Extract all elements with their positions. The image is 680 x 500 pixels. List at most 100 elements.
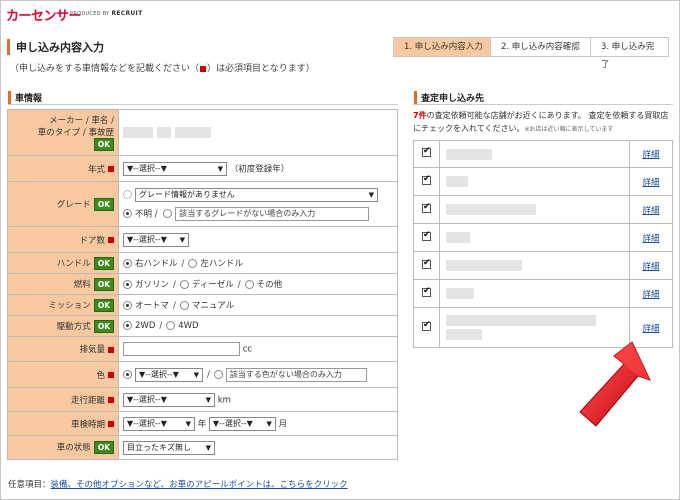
fuel-radio-diesel[interactable] [179, 280, 189, 289]
label-fuel-text: 燃料 [73, 279, 91, 290]
label-color: 色 [7, 361, 119, 388]
assessment-section-divider [413, 104, 673, 105]
chevron-down-icon: ▼ [185, 419, 191, 428]
grade-select[interactable]: グレード情報がありません ▼ [135, 187, 378, 202]
grade-radio-custom[interactable] [163, 209, 173, 218]
recruit-logo: RECRUIT [111, 10, 143, 17]
color-radio-custom[interactable] [213, 370, 223, 379]
grade-radio-unknown[interactable] [123, 209, 132, 218]
color-custom-input[interactable]: 該当する色がない場合のみ入力 [225, 367, 367, 382]
chevron-down-icon: ▼ [217, 164, 223, 173]
grade-custom-input[interactable]: 該当するグレードがない場合のみ入力 [175, 206, 370, 221]
label-drive: 駆動方式 OK [7, 315, 119, 337]
inspection-month-value: ▼--選択--▼ [212, 418, 253, 428]
inspection-month-select[interactable]: ▼--選択--▼ ▼ [208, 416, 276, 431]
shop-detail-link[interactable]: 詳細 [642, 234, 659, 244]
grade-radio-list[interactable] [123, 190, 132, 199]
shop-detail-link[interactable]: 詳細 [642, 206, 659, 216]
drive-radio-2wd[interactable] [123, 321, 132, 330]
fuel-gasoline-label: ガソリン [135, 280, 170, 290]
condition-select[interactable]: 目立ったキズ無し ▼ [123, 440, 215, 455]
row-doors: ドア数 ▼--選択--▼ ▼ [7, 226, 398, 253]
handle-radio-left[interactable] [188, 259, 198, 268]
assessment-note-small: ※お店は近い順に表示しています [524, 126, 614, 133]
drive-radio-4wd[interactable] [166, 321, 176, 330]
ok-badge: OK [93, 138, 114, 151]
redacted-shop-name [446, 232, 470, 243]
shop-checkbox[interactable] [422, 286, 431, 297]
shop-detail-link[interactable]: 詳細 [642, 290, 659, 300]
redacted-text [157, 127, 171, 138]
redacted-shop-name [446, 288, 474, 299]
step-complete: 3. 申し込み完了 [590, 38, 668, 70]
required-mark-icon [108, 237, 114, 243]
shop-checkbox[interactable] [422, 146, 431, 157]
redacted-text [123, 127, 153, 138]
label-grade-text: グレード [56, 199, 91, 210]
shop-checkbox[interactable] [422, 230, 431, 241]
fuel-radio-other[interactable] [244, 280, 254, 289]
shop-checkbox[interactable] [422, 202, 431, 213]
shop-checkbox[interactable] [422, 174, 431, 185]
mileage-select[interactable]: ▼--選択--▼ ▼ [123, 392, 215, 407]
shop-row: 詳細 [413, 251, 673, 280]
inspection-year-value: ▼--選択--▼ [127, 418, 167, 428]
chevron-down-icon: ▼ [205, 395, 211, 404]
fuel-radio-gasoline[interactable] [123, 280, 132, 289]
shop-detail-link[interactable]: 詳細 [642, 324, 659, 334]
shop-count: 7件 [413, 111, 427, 120]
page-title: 申し込み内容入力 [7, 39, 104, 55]
value-fuel: ガソリン / ディーゼル / その他 [118, 273, 398, 295]
label-inspection-text: 車検時期 [70, 419, 105, 430]
handle-radio-right[interactable] [123, 259, 132, 268]
fuel-other-label: その他 [256, 280, 283, 290]
label-handle: ハンドル OK [7, 252, 119, 274]
mission-radio-auto[interactable] [123, 301, 132, 310]
progress-steps: 1. 申し込み内容入力 2. 申し込み内容確認 3. 申し込み完了 [393, 37, 669, 70]
produced-by: PRODUCED BY RECRUIT [70, 10, 142, 17]
row-inspection: 車検時期 ▼--選択--▼ ▼ 年 ▼--選択--▼ ▼ 月 [7, 411, 398, 436]
value-year: ▼--選択--▼ ▼ （初度登録年） [118, 155, 398, 182]
mission-radio-manual[interactable] [179, 301, 189, 310]
shop-checkbox[interactable] [422, 320, 431, 331]
row-condition: 車の状態 OK 目立ったキズ無し ▼ [7, 435, 398, 460]
label-mission-text: ミッション [48, 300, 91, 311]
value-grade: グレード情報がありません ▼ 不明 / 該当するグレードがない場合のみ入力 [118, 181, 398, 227]
label-drive-text: 駆動方式 [56, 321, 91, 332]
shop-checkbox[interactable] [422, 258, 431, 269]
shop-detail-link[interactable]: 詳細 [642, 150, 659, 160]
inspection-year-unit: 年 [197, 419, 207, 429]
label-year-text: 年式 [87, 164, 105, 175]
value-doors: ▼--選択--▼ ▼ [118, 226, 398, 253]
inspection-year-select[interactable]: ▼--選択--▼ ▼ [123, 416, 195, 431]
condition-select-value: 目立ったキズ無し [127, 442, 191, 452]
value-displacement: cc [118, 336, 398, 362]
shop-detail-link[interactable]: 詳細 [642, 262, 659, 272]
grade-unknown-label: 不明 / [135, 209, 158, 219]
required-mark-icon [108, 346, 114, 353]
label-maker: メーカー / 車名 / 車のタイプ / 事故歴 OK [7, 109, 119, 156]
color-select[interactable]: ▼--選択--▼ ▼ [135, 367, 203, 382]
ok-badge: OK [93, 256, 114, 270]
assessment-note: 7件の査定依頼可能な店舗がお近くにあります。 査定を依頼する買取店にチェックを入… [413, 109, 675, 136]
vehicle-section-title: 車情報 [8, 91, 42, 104]
value-handle: 右ハンドル / 左ハンドル [118, 252, 398, 274]
label-condition: 車の状態 OK [7, 435, 119, 460]
optional-items-link[interactable]: 装備、その他オプションなど、お車のアピールポイントは、こちらをクリック [51, 480, 348, 490]
label-maker-line1: メーカー / 車名 / [49, 116, 114, 126]
doors-select[interactable]: ▼--選択--▼ ▼ [123, 232, 189, 247]
value-mileage: ▼--選択--▼ ▼ km [118, 387, 398, 412]
required-mark-icon [108, 421, 114, 427]
shop-detail-link[interactable]: 詳細 [642, 178, 659, 188]
optional-items-prefix: 任意項目： [8, 480, 51, 490]
fuel-diesel-label: ディーゼル [191, 280, 234, 290]
row-maker: メーカー / 車名 / 車のタイプ / 事故歴 OK [7, 109, 398, 156]
label-displacement: 排気量 [7, 336, 119, 362]
color-radio-list[interactable] [123, 370, 132, 379]
red-arrow-icon [579, 341, 651, 427]
displacement-input[interactable] [123, 342, 240, 356]
page-subtitle: （申し込みをする車情報などを記載ください（ ）は必須項目となります） [10, 61, 315, 74]
year-select[interactable]: ▼--選択--▼ ▼ [123, 161, 227, 176]
value-condition: 目立ったキズ無し ▼ [118, 435, 398, 460]
handle-left-label: 左ハンドル [200, 259, 243, 269]
